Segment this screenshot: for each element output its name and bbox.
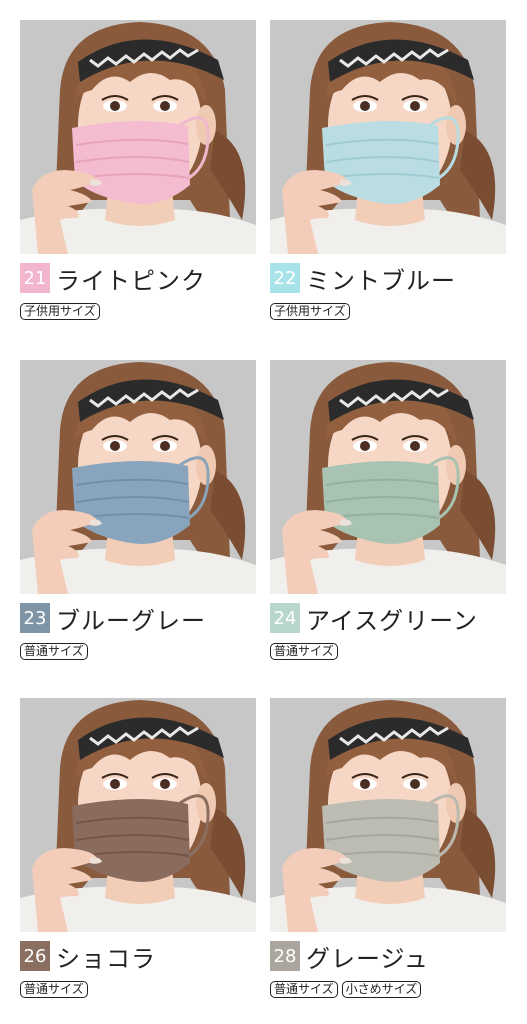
color-number-badge: 21 (20, 263, 50, 293)
size-badge: 普通サイズ (20, 643, 88, 660)
model-photo-illustration (20, 698, 256, 932)
size-badges: 子供用サイズ (270, 303, 350, 320)
product-label-row: 22 ミントブルー (270, 263, 456, 295)
product-label-row: 21 ライトピンク (20, 263, 206, 295)
size-badge: 普通サイズ (270, 643, 338, 660)
size-badge: 子供用サイズ (270, 303, 350, 320)
size-badge: 小さめサイズ (341, 981, 422, 998)
color-number-badge: 23 (20, 603, 50, 633)
model-photo-illustration (20, 20, 256, 254)
product-photo[interactable] (270, 698, 506, 932)
model-photo-illustration (270, 20, 506, 254)
product-photo[interactable] (20, 20, 256, 254)
size-badges: 普通サイズ (270, 643, 338, 660)
product-label-row: 26 ショコラ (20, 941, 156, 973)
color-number-badge: 22 (270, 263, 300, 293)
model-photo-illustration (270, 698, 506, 932)
product-photo[interactable] (20, 360, 256, 594)
product-label-row: 28 グレージュ (270, 941, 429, 973)
product-label-row: 23 ブルーグレー (20, 603, 206, 635)
color-name: グレージュ (306, 944, 429, 973)
product-photo[interactable] (270, 20, 506, 254)
color-number-badge: 28 (270, 941, 300, 971)
model-photo-illustration (20, 360, 256, 594)
size-badge: 子供用サイズ (20, 303, 100, 320)
color-name: ブルーグレー (56, 606, 206, 635)
color-name: アイスグリーン (306, 606, 478, 635)
size-badges: 普通サイズ (20, 981, 88, 998)
color-number-badge: 24 (270, 603, 300, 633)
size-badges: 普通サイズ (20, 643, 88, 660)
product-label-row: 24 アイスグリーン (270, 603, 478, 635)
color-name: ライトピンク (56, 266, 206, 295)
color-name: ミントブルー (306, 266, 456, 295)
size-badge: 普通サイズ (270, 981, 338, 998)
color-number-badge: 26 (20, 941, 50, 971)
size-badge: 普通サイズ (20, 981, 88, 998)
model-photo-illustration (270, 360, 506, 594)
size-badges: 普通サイズ 小さめサイズ (270, 981, 422, 998)
color-name: ショコラ (56, 944, 156, 973)
product-photo[interactable] (270, 360, 506, 594)
product-photo[interactable] (20, 698, 256, 932)
size-badges: 子供用サイズ (20, 303, 100, 320)
